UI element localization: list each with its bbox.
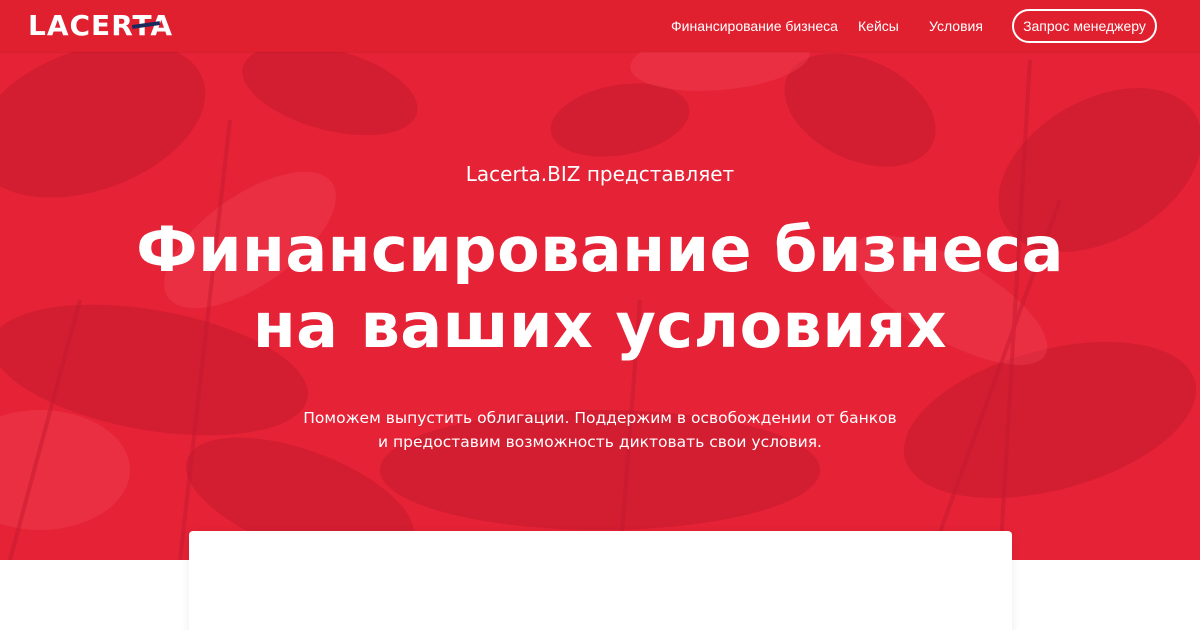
hero-headline-line-1: Финансирование бизнеса: [136, 213, 1064, 286]
nav-link-cases[interactable]: Кейсы: [858, 18, 899, 34]
request-manager-button[interactable]: Запрос менеджеру: [1012, 9, 1157, 43]
hero-headline: Финансирование бизнеса на ваших условиях: [0, 212, 1200, 364]
hero-description-line-2: и предоставим возможность диктовать свои…: [378, 433, 822, 451]
hero-description-line-1: Поможем выпустить облигации. Поддержим в…: [303, 409, 897, 427]
nav-item-cases: Кейсы: [858, 0, 899, 52]
nav-item-financing: Финансирование бизнеса: [671, 0, 838, 52]
site-header: LACERTA Финансирование бизнеса Кейсы Усл…: [0, 0, 1200, 52]
content-card: [189, 531, 1012, 630]
nav-link-conditions[interactable]: Условия: [929, 18, 983, 34]
hero-description: Поможем выпустить облигации. Поддержим в…: [0, 406, 1200, 454]
card-heading: [259, 617, 959, 630]
nav-item-conditions: Условия: [929, 0, 983, 52]
hero-eyebrow: Lacerta.BIZ представляет: [465, 162, 735, 186]
hero-headline-line-2: на ваших условиях: [252, 289, 948, 362]
logo[interactable]: LACERTA: [28, 8, 198, 44]
nav-link-financing[interactable]: Финансирование бизнеса: [671, 18, 838, 34]
